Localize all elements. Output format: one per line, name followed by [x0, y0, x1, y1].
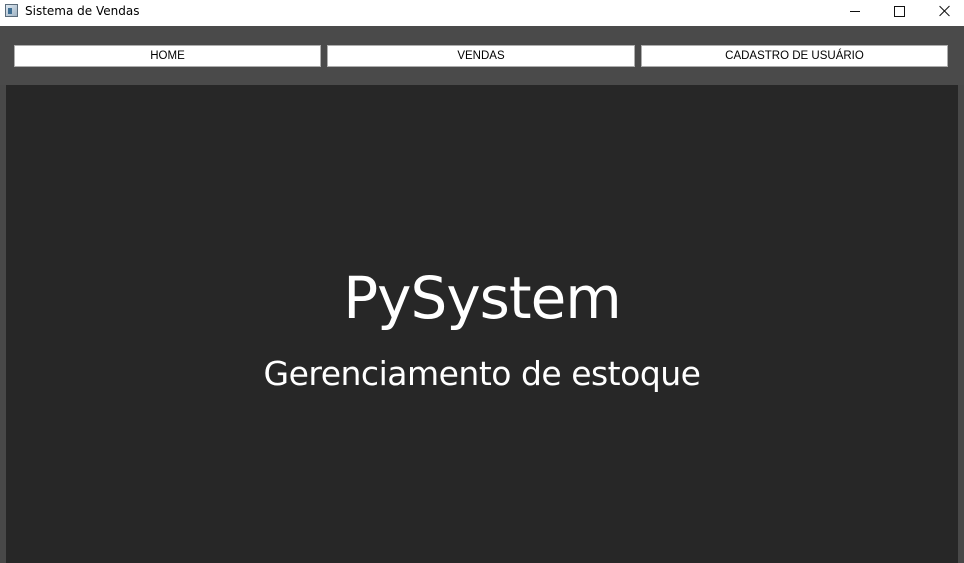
app-window: Sistema de Vendas HOME VENDAS CADASTRO D… — [0, 0, 964, 563]
nav-cadastro-usuario-button[interactable]: CADASTRO DE USUÁRIO — [641, 45, 948, 67]
hero-title: PySystem — [343, 264, 622, 332]
hero-subtitle: Gerenciamento de estoque — [263, 354, 701, 393]
close-icon — [939, 5, 951, 17]
close-button[interactable] — [922, 0, 964, 22]
minimize-button[interactable] — [832, 0, 878, 22]
maximize-icon — [893, 5, 905, 17]
maximize-button[interactable] — [876, 0, 922, 22]
title-bar[interactable]: Sistema de Vendas — [0, 0, 964, 26]
nav-home-button[interactable]: HOME — [14, 45, 321, 67]
nav-vendas-button[interactable]: VENDAS — [327, 45, 635, 67]
minimize-icon — [850, 10, 860, 12]
window-border — [958, 85, 964, 563]
nav-bar: HOME VENDAS CADASTRO DE USUÁRIO — [0, 26, 964, 85]
app-window-icon — [5, 4, 18, 17]
window-title: Sistema de Vendas — [25, 4, 140, 18]
main-content: PySystem Gerenciamento de estoque — [6, 85, 958, 563]
